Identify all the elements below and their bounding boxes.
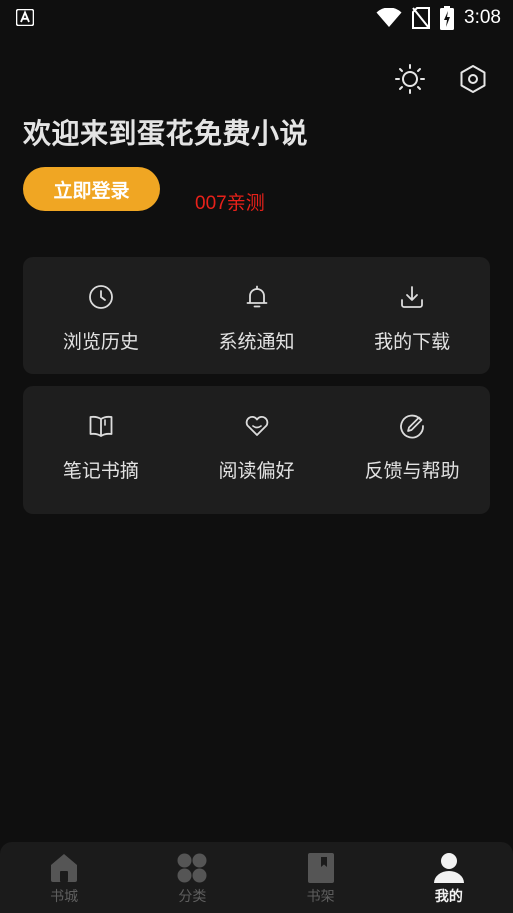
menu-card-secondary: 笔记书摘 阅读偏好 反馈与帮助	[23, 386, 490, 514]
menu-item-notes[interactable]: 笔记书摘	[23, 386, 179, 514]
category-icon	[177, 853, 207, 883]
app-notification-icon	[16, 9, 34, 26]
nav-label: 分类	[178, 889, 207, 905]
promo-text: 007亲测	[195, 193, 265, 214]
menu-item-reading-preferences[interactable]: 阅读偏好	[179, 386, 335, 514]
profile-icon	[433, 853, 464, 883]
book-open-icon	[89, 415, 113, 437]
welcome-title: 欢迎来到蛋花免费小说	[23, 117, 309, 150]
status-time: 3:08	[464, 7, 501, 28]
sun-icon[interactable]	[394, 63, 426, 95]
nav-item-category[interactable]: 分类	[128, 842, 256, 913]
clock-icon	[88, 285, 113, 309]
menu-item-label: 系统通知	[218, 331, 295, 353]
menu-item-label: 浏览历史	[62, 331, 139, 353]
settings-hexagon-icon[interactable]	[457, 63, 489, 95]
bookshelf-icon	[307, 853, 334, 883]
menu-item-label: 反馈与帮助	[364, 460, 460, 482]
wifi-icon	[376, 8, 402, 27]
menu-item-label: 笔记书摘	[62, 460, 139, 482]
bottom-navigation: 书城 分类 书架 我的	[0, 842, 513, 913]
menu-item-label: 阅读偏好	[218, 460, 295, 482]
nav-item-bookshelf[interactable]: 书架	[257, 842, 385, 913]
menu-item-downloads[interactable]: 我的下载	[334, 257, 490, 374]
menu-item-notifications[interactable]: 系统通知	[179, 257, 335, 374]
nav-label: 书架	[306, 889, 335, 905]
menu-item-label: 我的下载	[374, 331, 451, 353]
login-button[interactable]: 立即登录	[23, 167, 160, 211]
menu-item-history[interactable]: 浏览历史	[23, 257, 179, 374]
bell-icon	[246, 285, 267, 308]
no-sim-icon	[412, 7, 431, 29]
home-icon	[51, 854, 78, 882]
download-icon	[401, 286, 424, 308]
nav-label: 我的	[434, 889, 463, 905]
battery-charging-icon	[440, 6, 455, 30]
status-bar: 3:08	[0, 0, 513, 36]
menu-item-feedback[interactable]: 反馈与帮助	[334, 386, 490, 514]
edit-icon	[400, 414, 425, 439]
nav-label: 书城	[50, 889, 79, 905]
heart-icon	[245, 415, 268, 436]
nav-item-profile[interactable]: 我的	[385, 842, 513, 913]
menu-card-primary: 浏览历史 系统通知 我的下载	[23, 257, 490, 374]
nav-item-bookstore[interactable]: 书城	[0, 842, 128, 913]
